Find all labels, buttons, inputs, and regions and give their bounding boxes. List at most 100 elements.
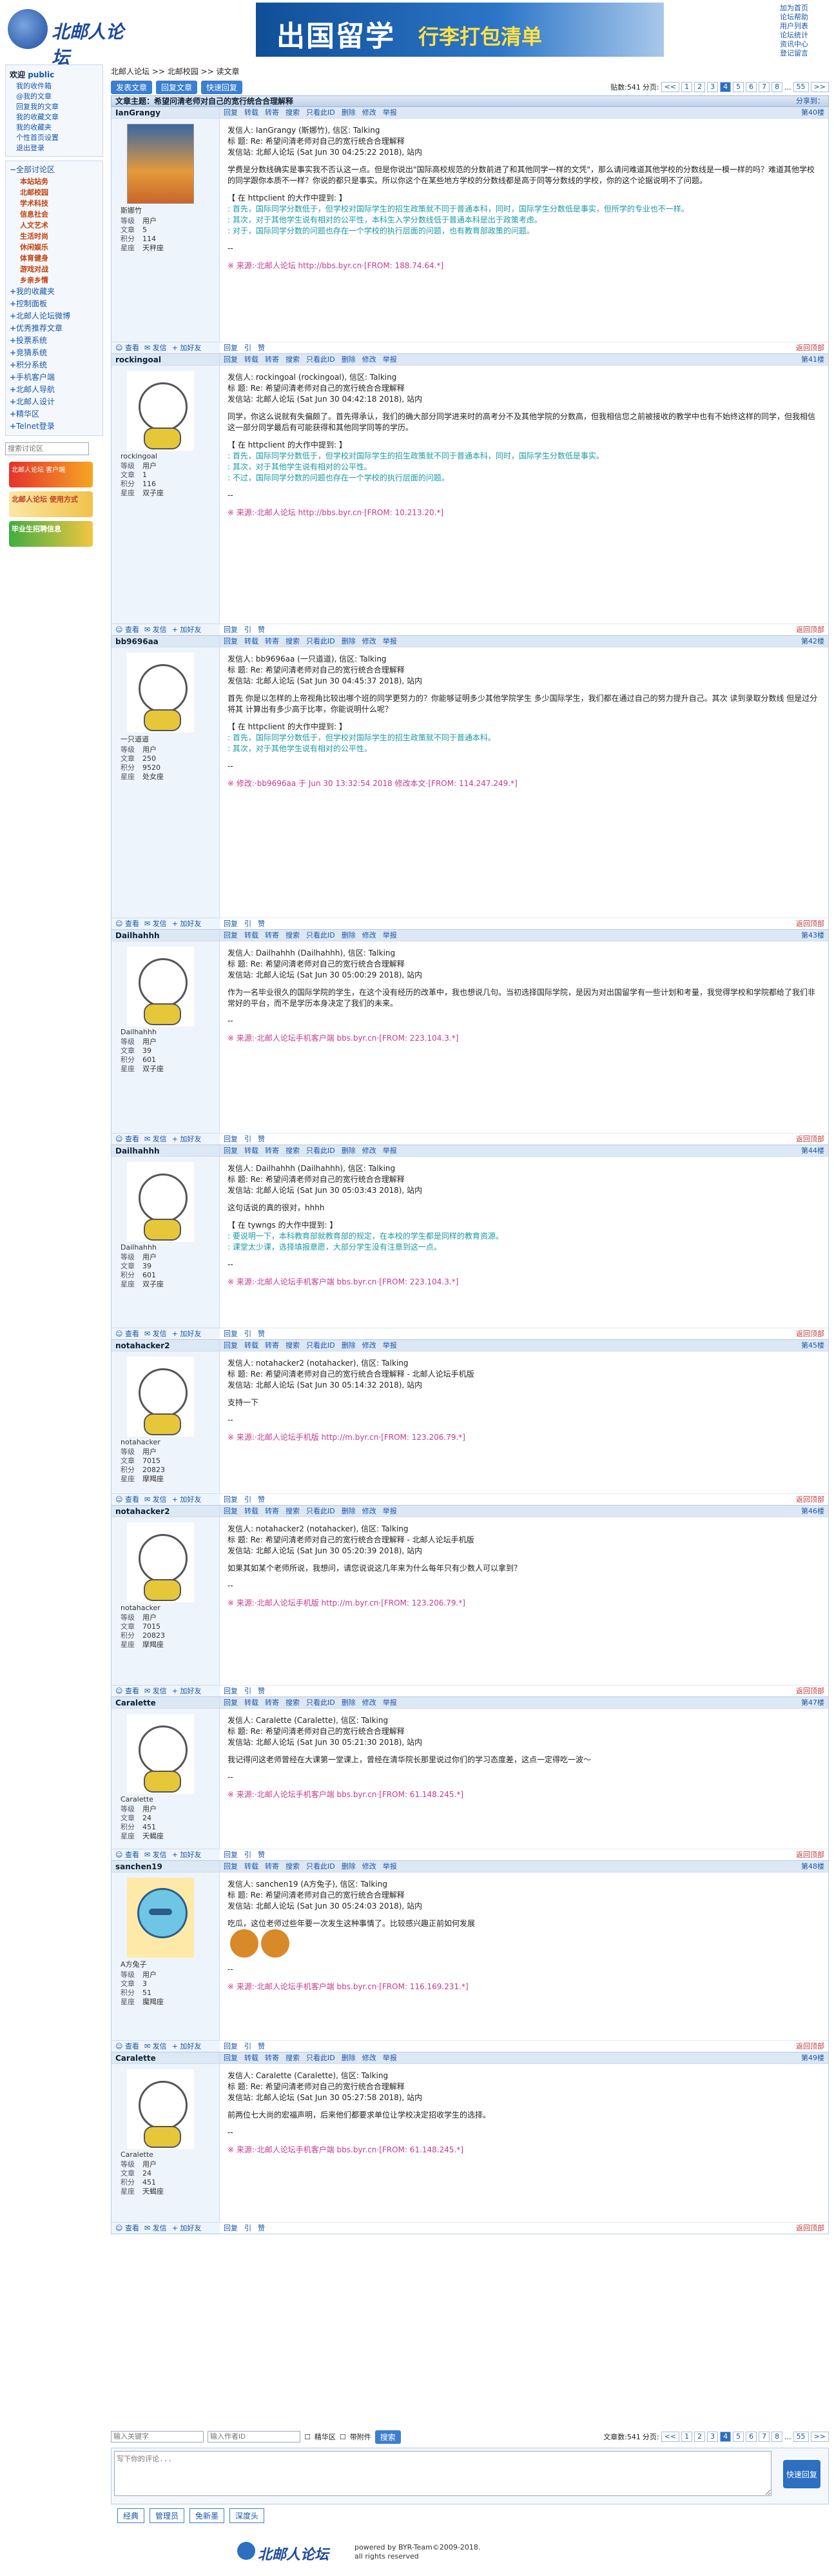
post-action-3[interactable]: 搜索 <box>286 107 300 118</box>
post-action-3[interactable]: 搜索 <box>286 636 300 647</box>
sidebar-section[interactable]: +积分系统 <box>10 359 99 371</box>
post-action-5[interactable]: 删除 <box>342 930 356 941</box>
post-action-2[interactable]: 转寄 <box>265 1697 279 1708</box>
author-action[interactable]: + 加好友 <box>172 1328 202 1339</box>
expand-icon[interactable]: + <box>10 322 16 335</box>
avatar[interactable] <box>127 1162 194 1242</box>
post-action-6[interactable]: 修改 <box>362 1861 376 1872</box>
author-action[interactable]: ☺ 查看 <box>115 1849 139 1860</box>
author-action[interactable]: + 加好友 <box>172 1494 202 1505</box>
post-action-6[interactable]: 修改 <box>362 930 376 941</box>
back-to-top-link[interactable]: 返回顶部 <box>796 1494 824 1505</box>
author-action[interactable]: ☺ 查看 <box>115 2223 139 2234</box>
post-action-7[interactable]: 举报 <box>383 636 397 647</box>
post-action-6[interactable]: 修改 <box>362 354 376 365</box>
expand-icon[interactable]: + <box>10 396 16 408</box>
author-action[interactable]: + 加好友 <box>172 1849 202 1860</box>
page-number[interactable]: 5 <box>733 82 744 92</box>
back-to-top-link[interactable]: 返回顶部 <box>796 1328 824 1339</box>
footer-action[interactable]: 引 <box>244 918 251 929</box>
user-link[interactable]: 我的收件箱 <box>10 81 99 92</box>
avatar[interactable] <box>127 947 194 1027</box>
floor-number[interactable]: 第46楼 <box>801 1506 824 1517</box>
author-action[interactable]: ✉ 发信 <box>144 1686 167 1696</box>
author-action[interactable]: ☺ 查看 <box>115 1328 139 1339</box>
post-action-3[interactable]: 搜索 <box>286 1145 300 1156</box>
author-action[interactable]: ☺ 查看 <box>115 1494 139 1505</box>
post-action-3[interactable]: 搜索 <box>286 1861 300 1872</box>
author-action[interactable]: ☺ 查看 <box>115 1686 139 1696</box>
top-link[interactable]: 论坛统计 <box>780 31 808 39</box>
post-action-0[interactable]: 回复 <box>224 930 238 941</box>
footer-action[interactable]: 引 <box>244 624 251 635</box>
page-number[interactable]: 8 <box>771 82 783 92</box>
author-action[interactable]: ☺ 查看 <box>115 918 139 929</box>
post-action-5[interactable]: 删除 <box>342 107 356 118</box>
expand-icon[interactable]: + <box>10 359 16 371</box>
author-action[interactable]: ☺ 查看 <box>115 2041 139 2052</box>
share-link[interactable]: 分享到： <box>796 96 824 106</box>
sidebar-section[interactable]: +北邮人导航 <box>10 384 99 396</box>
floor-number[interactable]: 第45楼 <box>801 1340 824 1352</box>
author-id[interactable]: bb9696aa <box>112 636 219 647</box>
author-action[interactable]: ☺ 查看 <box>115 342 139 353</box>
sidebar-section[interactable]: +竞猜系统 <box>10 347 99 359</box>
author-action[interactable]: ✉ 发信 <box>144 2041 167 2052</box>
post-action-1[interactable]: 转载 <box>244 930 258 941</box>
footer-action[interactable]: 赞 <box>258 1328 265 1339</box>
footer-action[interactable]: 引 <box>244 2041 251 2052</box>
post-action-6[interactable]: 修改 <box>362 1145 376 1156</box>
avatar[interactable] <box>127 1357 194 1437</box>
page-number[interactable]: 6 <box>746 2432 757 2442</box>
floor-number[interactable]: 第41楼 <box>801 354 824 366</box>
post-action-7[interactable]: 举报 <box>383 107 397 118</box>
page-number[interactable]: 1 <box>681 82 693 92</box>
post-action-4[interactable]: 只看此ID <box>306 1145 335 1156</box>
post-action-7[interactable]: 举报 <box>383 1506 397 1517</box>
author-action[interactable]: + 加好友 <box>172 1686 202 1696</box>
post-action-0[interactable]: 回复 <box>224 1145 238 1156</box>
page-number[interactable]: 1 <box>681 2432 693 2442</box>
author-action[interactable]: ✉ 发信 <box>144 1494 167 1505</box>
post-action-2[interactable]: 转寄 <box>265 1861 279 1872</box>
post-action-0[interactable]: 回复 <box>224 1861 238 1872</box>
sidebar-subsection[interactable]: 生活时尚 <box>10 231 99 242</box>
user-link[interactable]: @我的文章 <box>10 92 99 102</box>
author-action[interactable]: ✉ 发信 <box>144 1134 167 1145</box>
avatar[interactable] <box>127 371 194 451</box>
footer-link[interactable]: 经典 <box>117 2508 145 2523</box>
sidebar-subsection[interactable]: 体育健身 <box>10 253 99 264</box>
author-id[interactable]: notahacker2 <box>112 1340 219 1352</box>
expand-icon[interactable]: + <box>10 420 16 433</box>
author-action[interactable]: ✉ 发信 <box>144 918 167 929</box>
sidebar-section[interactable]: +手机客户端 <box>10 371 99 384</box>
post-action-2[interactable]: 转寄 <box>265 107 279 118</box>
sidebar-subsection[interactable]: 学术科技 <box>10 198 99 209</box>
author-id[interactable]: IanGrangy <box>112 107 219 119</box>
post-action-1[interactable]: 转载 <box>244 107 258 118</box>
author-id[interactable]: Caralette <box>112 2052 219 2064</box>
footer-action[interactable]: 回复 <box>224 918 238 929</box>
post-action-4[interactable]: 只看此ID <box>306 1506 335 1517</box>
post-action-4[interactable]: 只看此ID <box>306 1697 335 1708</box>
footer-link[interactable]: 管理员 <box>150 2508 185 2523</box>
back-to-top-link[interactable]: 返回顶部 <box>796 2223 824 2234</box>
post-action-0[interactable]: 回复 <box>224 636 238 647</box>
sidebar-section[interactable]: +精华区 <box>10 408 99 420</box>
expand-icon[interactable]: + <box>10 286 16 298</box>
sidebar-section[interactable]: +Telnet登录 <box>10 420 99 433</box>
post-action-2[interactable]: 转寄 <box>265 636 279 647</box>
floor-number[interactable]: 第47楼 <box>801 1697 824 1709</box>
post-action-4[interactable]: 只看此ID <box>306 2052 335 2063</box>
author-action[interactable]: + 加好友 <box>172 624 202 635</box>
sidebar-subsection[interactable]: 本站站务 <box>10 176 99 187</box>
footer-action[interactable]: 回复 <box>224 2041 238 2052</box>
avatar[interactable] <box>127 1522 194 1602</box>
user-link[interactable]: 退出登录 <box>10 143 99 153</box>
expand-icon[interactable]: + <box>10 408 16 420</box>
promo-client[interactable]: 北邮人论坛 客户端 <box>9 462 93 487</box>
post-action-7[interactable]: 举报 <box>383 1340 397 1351</box>
post-action-4[interactable]: 只看此ID <box>306 636 335 647</box>
sidebar-section[interactable]: +控制面板 <box>10 298 99 310</box>
author-id[interactable]: Dailhahhh <box>112 930 219 941</box>
